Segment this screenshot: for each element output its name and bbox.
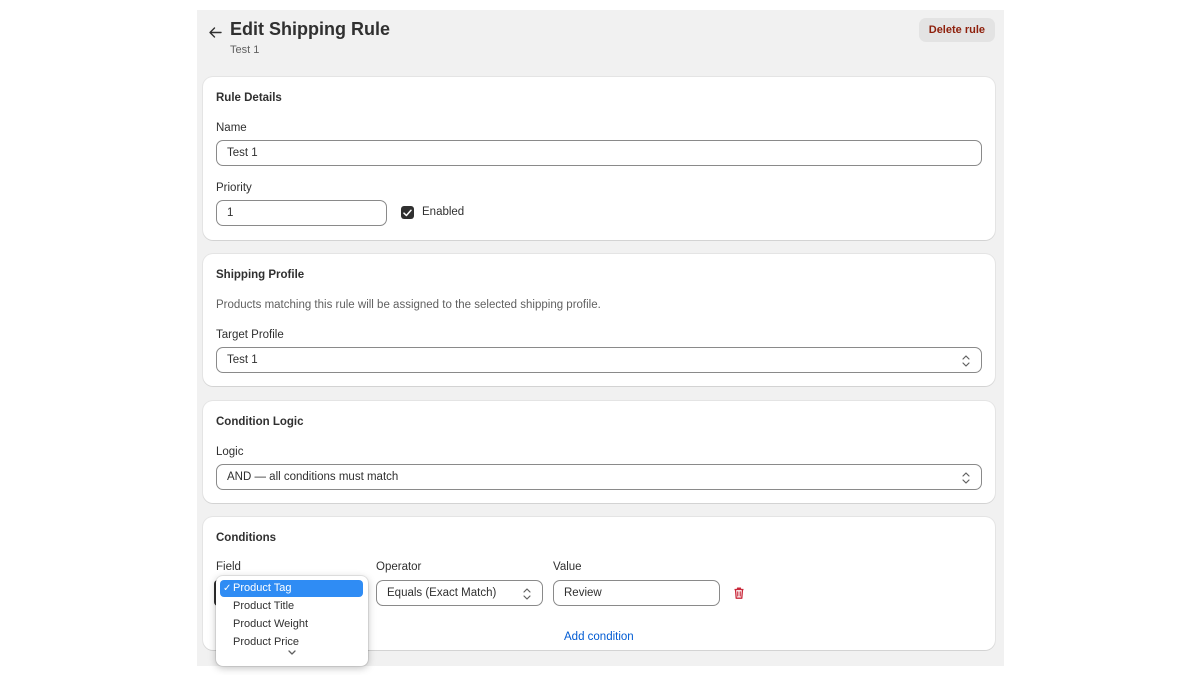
dropdown-option-product-title[interactable]: Product Title (220, 598, 363, 615)
rule-details-title: Rule Details (216, 92, 282, 104)
priority-input[interactable]: 1 (216, 200, 387, 226)
checkmark-icon (403, 209, 412, 216)
app-frame: Edit Shipping Rule Test 1 Delete rule Ru… (197, 10, 1004, 666)
enabled-checkbox[interactable] (401, 206, 414, 219)
priority-label: Priority (216, 182, 252, 194)
name-label: Name (216, 122, 247, 134)
option-label: Product Title (233, 600, 295, 612)
page-header: Edit Shipping Rule Test 1 Delete rule (197, 10, 1004, 70)
field-label: Field (216, 561, 241, 573)
page-subtitle: Test 1 (230, 44, 260, 56)
back-button[interactable] (205, 22, 225, 42)
shipping-profile-title: Shipping Profile (216, 269, 305, 281)
name-input[interactable]: Test 1 (216, 140, 982, 166)
chevron-down-icon[interactable] (286, 648, 298, 658)
trash-icon[interactable] (732, 586, 746, 600)
add-condition-link[interactable]: Add condition (564, 631, 634, 643)
shipping-profile-description: Products matching this rule will be assi… (216, 299, 601, 311)
value-input[interactable]: Review (553, 580, 720, 606)
option-label: Product Weight (233, 618, 309, 630)
shipping-profile-card: Shipping Profile Products matching this … (203, 254, 995, 386)
target-profile-select[interactable]: Test 1 (216, 347, 982, 373)
condition-logic-title: Condition Logic (216, 416, 304, 428)
page-title: Edit Shipping Rule (230, 19, 390, 39)
check-icon: ✓ (223, 583, 232, 594)
operator-value: Equals (Exact Match) (387, 587, 497, 599)
select-arrows-icon (962, 472, 970, 484)
enabled-label: Enabled (422, 206, 465, 218)
select-arrows-icon (523, 588, 531, 600)
logic-select[interactable]: AND — all conditions must match (216, 464, 982, 490)
logic-label: Logic (216, 446, 244, 458)
target-profile-value: Test 1 (227, 354, 258, 366)
option-label: Product Price (233, 636, 300, 648)
operator-label: Operator (376, 561, 422, 573)
select-arrows-icon (962, 355, 970, 367)
rule-details-card: Rule Details Name Test 1 Priority 1 Enab… (203, 77, 995, 240)
dropdown-option-product-tag[interactable]: ✓ Product Tag (220, 580, 363, 597)
arrow-left-icon (208, 26, 222, 38)
dropdown-option-product-weight[interactable]: Product Weight (220, 616, 363, 633)
target-profile-label: Target Profile (216, 329, 284, 341)
delete-rule-button[interactable]: Delete rule (918, 18, 995, 42)
field-dropdown-menu[interactable]: ✓ Product Tag Product Title Product Weig… (216, 576, 368, 666)
option-label: Product Tag (233, 582, 292, 594)
logic-value: AND — all conditions must match (227, 471, 399, 483)
condition-logic-card: Condition Logic Logic AND — all conditio… (203, 401, 995, 503)
value-label: Value (553, 561, 582, 573)
conditions-title: Conditions (216, 532, 277, 544)
operator-select[interactable]: Equals (Exact Match) (376, 580, 543, 606)
